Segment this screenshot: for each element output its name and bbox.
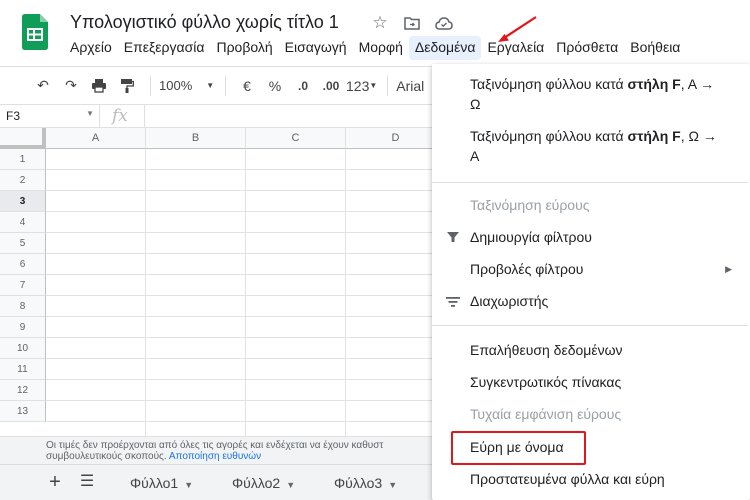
chevron-down-icon: ▼ [388, 480, 398, 490]
annotation-arrow-icon [498, 16, 537, 42]
menu-slicer[interactable]: Διαχωριστής [432, 291, 750, 311]
fx-icon: fx [112, 106, 128, 126]
row-header[interactable]: 8 [0, 296, 46, 317]
row-header[interactable]: 9 [0, 317, 46, 338]
cloud-status-icon[interactable] [433, 12, 455, 34]
zoom-value: 100% [159, 78, 193, 93]
menu-insert[interactable]: Εισαγωγή [279, 36, 353, 60]
chevron-down-icon: ▼ [206, 81, 215, 90]
font-select[interactable]: Arial [396, 73, 424, 99]
decrease-decimals-button[interactable]: .0 [290, 73, 316, 99]
document-title[interactable]: Υπολογιστικό φύλλο χωρίς τίτλο 1 [70, 12, 339, 33]
sort-az-prefix: Ταξινόμηση φύλλου κατά [470, 76, 628, 92]
menu-addons[interactable]: Πρόσθετα [550, 36, 624, 60]
add-sheet-button[interactable]: + [44, 471, 66, 493]
name-box[interactable]: F3 ▼ [0, 105, 100, 127]
menu-randomize-range: Τυχαία εμφάνιση εύρους [470, 406, 622, 422]
toolbar-divider [387, 75, 389, 96]
sheet-tab-label: Φύλλο2 [232, 475, 281, 491]
star-icon[interactable]: ☆ [369, 12, 391, 34]
row-header[interactable]: 10 [0, 338, 46, 359]
row-header[interactable]: 1 [0, 149, 46, 170]
cell-reference: F3 [6, 109, 21, 123]
row-header[interactable]: 13 [0, 401, 46, 422]
menu-edit[interactable]: Επεξεργασία [118, 36, 211, 60]
row-header[interactable]: 12 [0, 380, 46, 401]
select-all-corner[interactable] [0, 128, 46, 149]
menu-file[interactable]: Αρχείο [64, 36, 118, 60]
sort-za-column: στήλη F [627, 128, 681, 144]
percent-format-button[interactable]: % [262, 73, 288, 99]
chevron-down-icon: ▼ [86, 109, 94, 118]
column-header-d[interactable]: D [346, 128, 446, 149]
menu-pivot-table[interactable]: Συγκεντρωτικός πίνακας [432, 372, 750, 392]
sheets-logo-icon[interactable] [22, 14, 48, 50]
sheet-tab-label: Φύλλο1 [130, 475, 179, 491]
menu-filter-views[interactable]: Προβολές φίλτρου [432, 259, 750, 279]
disclaimer-text-2: συμβουλευτικούς σκοπούς. [46, 451, 167, 462]
sort-za-suffix: , Ω → [680, 128, 717, 144]
row-header[interactable]: 6 [0, 254, 46, 275]
menu-divider [432, 182, 748, 183]
row-header[interactable]: 4 [0, 212, 46, 233]
all-sheets-list-icon[interactable]: ☰ [76, 471, 98, 493]
sheet-tab-3[interactable]: Φύλλο3 ▼ [334, 471, 397, 495]
row-header[interactable]: 7 [0, 275, 46, 296]
menu-view[interactable]: Προβολή [210, 36, 278, 60]
toolbar-divider [225, 75, 226, 96]
filter-views-label: Προβολές φίλτρου [470, 261, 584, 277]
more-formats-label: 123 [346, 77, 370, 94]
menu-format[interactable]: Μορφή [353, 36, 409, 60]
sort-za-prefix: Ταξινόμηση φύλλου κατά [470, 128, 628, 144]
sort-az-column: στήλη F [627, 76, 681, 92]
toolbar-divider [150, 75, 151, 96]
menu-bar: Αρχείο Επεξεργασία Προβολή Εισαγωγή Μορφ… [64, 36, 686, 62]
row-header-selected[interactable]: 3 [0, 191, 46, 212]
disclaimer-link[interactable]: Αποποίηση ευθυνών [169, 451, 261, 462]
menu-sort-sheet-az[interactable]: Ταξινόμηση φύλλου κατά στήλη F, A → Ω [432, 74, 750, 114]
menu-sort-sheet-za[interactable]: Ταξινόμηση φύλλου κατά στήλη F, Ω → A [432, 126, 750, 166]
zoom-select[interactable]: 100% ▼ [159, 73, 215, 99]
chevron-down-icon: ▼ [184, 480, 194, 490]
row-header[interactable]: 5 [0, 233, 46, 254]
column-header-a[interactable]: A [46, 128, 146, 149]
undo-icon[interactable]: ↶ [30, 73, 56, 99]
sheet-tab-1[interactable]: Φύλλο1 ▼ [130, 471, 193, 495]
column-header-b[interactable]: B [146, 128, 246, 149]
menu-sort-range: Ταξινόμηση εύρους [470, 197, 590, 213]
menu-protected-sheets[interactable]: Προστατευμένα φύλλα και εύρη [432, 469, 750, 489]
submenu-arrow-icon: ▶ [725, 264, 732, 274]
row-header[interactable]: 2 [0, 170, 46, 191]
menu-divider [432, 325, 748, 326]
currency-format-button[interactable]: € [234, 73, 260, 99]
chevron-down-icon: ▼ [369, 81, 378, 90]
sheet-tab-label: Φύλλο3 [334, 475, 383, 491]
move-folder-icon[interactable] [401, 12, 423, 34]
increase-decimals-button[interactable]: .00 [318, 73, 344, 99]
sort-az-line2: Ω [470, 96, 481, 112]
annotation-highlight-box [451, 431, 586, 465]
row-header[interactable]: 11 [0, 359, 46, 380]
sort-az-suffix: , A → [680, 76, 715, 92]
sort-za-line2: A [470, 148, 480, 164]
redo-icon[interactable]: ↷ [58, 73, 84, 99]
column-header-c[interactable]: C [246, 128, 346, 149]
formula-divider [144, 105, 145, 127]
paint-format-icon[interactable] [114, 73, 140, 99]
header: Υπολογιστικό φύλλο χωρίς τίτλο 1 ☆ Αρχεί… [0, 0, 750, 64]
sheet-tab-2[interactable]: Φύλλο2 ▼ [232, 471, 295, 495]
menu-help[interactable]: Βοήθεια [624, 36, 686, 60]
menu-data-validation[interactable]: Επαλήθευση δεδομένων [432, 340, 750, 360]
print-icon[interactable] [86, 73, 112, 99]
menu-create-filter[interactable]: Δημιουργία φίλτρου [432, 227, 750, 247]
menu-data[interactable]: Δεδομένα [408, 36, 482, 60]
chevron-down-icon: ▼ [286, 480, 296, 490]
more-formats-button[interactable]: 123 ▼ [346, 73, 377, 99]
